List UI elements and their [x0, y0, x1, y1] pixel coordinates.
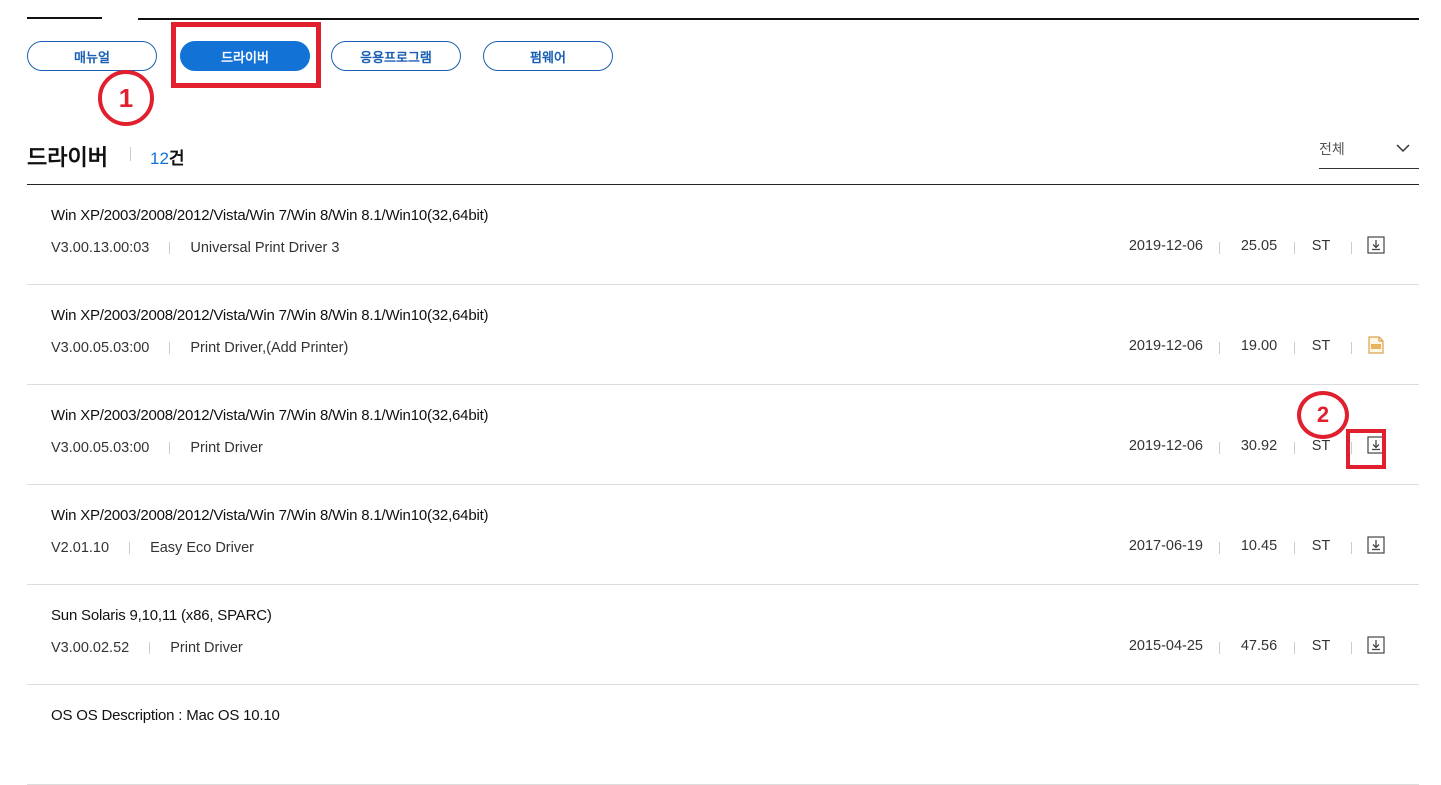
item-code: ST — [1311, 438, 1331, 454]
list-item: Win XP/2003/2008/2012/Vista/Win 7/Win 8/… — [27, 285, 1419, 385]
meta-divider — [169, 342, 171, 354]
item-date: 2015-04-25 — [1128, 638, 1203, 654]
item-os-title: Sun Solaris 9,10,11 (x86, SPARC) — [51, 607, 272, 624]
item-details: 2015-04-25 47.56 ST — [1099, 636, 1419, 658]
chevron-down-icon — [1396, 144, 1410, 153]
zip-icon[interactable] — [1367, 336, 1385, 354]
item-version: V3.00.02.52 — [51, 640, 130, 656]
item-size: 30.92 — [1240, 438, 1278, 454]
list-item: Win XP/2003/2008/2012/Vista/Win 7/Win 8/… — [27, 485, 1419, 585]
item-version: V3.00.05.03:00 — [51, 340, 150, 356]
top-divider-left — [27, 17, 102, 19]
os-filter-dropdown[interactable]: 전체 — [1319, 138, 1419, 169]
item-size: 10.45 — [1240, 538, 1278, 554]
step-1-callout: 1 — [98, 70, 154, 126]
title-divider — [130, 147, 131, 161]
tab-firmware[interactable]: 펌웨어 — [483, 41, 613, 71]
result-count: 12건 — [150, 144, 185, 169]
item-date: 2017-06-19 — [1128, 538, 1203, 554]
item-name: Universal Print Driver 3 — [190, 240, 340, 256]
list-item: OS OS Description : Mac OS 10.10 — [27, 685, 1419, 785]
count-unit: 건 — [168, 149, 185, 168]
item-name: Print Driver,(Add Printer) — [190, 340, 349, 356]
item-details: 2019-12-06 19.00 ST — [1099, 336, 1419, 358]
item-size: 19.00 — [1240, 338, 1278, 354]
section-title: 드라이버 — [27, 145, 108, 170]
item-meta: V3.00.05.03:00 Print Driver — [51, 440, 263, 456]
tab-application[interactable]: 응용프로그램 — [331, 41, 461, 71]
filter-selected-value: 전체 — [1319, 141, 1345, 157]
meta-divider — [149, 642, 151, 654]
list-item: Sun Solaris 9,10,11 (x86, SPARC) V3.00.0… — [27, 585, 1419, 685]
driver-list: Win XP/2003/2008/2012/Vista/Win 7/Win 8/… — [27, 185, 1419, 785]
item-version: V3.00.13.00:03 — [51, 240, 150, 256]
download-icon[interactable] — [1367, 536, 1385, 554]
meta-divider — [169, 242, 171, 254]
item-name: Print Driver — [190, 440, 263, 456]
item-os-title: Win XP/2003/2008/2012/Vista/Win 7/Win 8/… — [51, 307, 489, 324]
item-size: 25.05 — [1240, 238, 1278, 254]
item-os-title: Win XP/2003/2008/2012/Vista/Win 7/Win 8/… — [51, 507, 489, 524]
item-name: Easy Eco Driver — [150, 540, 255, 556]
meta-divider — [129, 542, 131, 554]
top-divider-right — [138, 18, 1419, 20]
item-meta: V3.00.05.03:00 Print Driver,(Add Printer) — [51, 340, 348, 356]
item-os-title: OS OS Description : Mac OS 10.10 — [51, 707, 280, 724]
download-icon[interactable] — [1367, 436, 1385, 454]
item-meta: V3.00.02.52 Print Driver — [51, 640, 243, 656]
item-size: 47.56 — [1240, 638, 1278, 654]
item-code: ST — [1311, 338, 1331, 354]
item-os-title: Win XP/2003/2008/2012/Vista/Win 7/Win 8/… — [51, 407, 489, 424]
download-icon[interactable] — [1367, 236, 1385, 254]
item-date: 2019-12-06 — [1128, 238, 1203, 254]
list-item: Win XP/2003/2008/2012/Vista/Win 7/Win 8/… — [27, 385, 1419, 485]
item-name: Print Driver — [170, 640, 243, 656]
item-os-title: Win XP/2003/2008/2012/Vista/Win 7/Win 8/… — [51, 207, 489, 224]
item-code: ST — [1311, 238, 1331, 254]
section-header: 드라이버 12건 전체 — [27, 138, 1419, 185]
tab-driver[interactable]: 드라이버 — [180, 41, 310, 71]
count-number: 12 — [150, 149, 169, 168]
item-code: ST — [1311, 638, 1331, 654]
item-date: 2019-12-06 — [1128, 338, 1203, 354]
item-code: ST — [1311, 538, 1331, 554]
item-details: 2019-12-06 25.05 ST — [1099, 236, 1419, 258]
item-details: 2017-06-19 10.45 ST — [1099, 536, 1419, 558]
item-version: V3.00.05.03:00 — [51, 440, 150, 456]
item-meta: V3.00.13.00:03 Universal Print Driver 3 — [51, 240, 339, 256]
item-meta: V2.01.10 Easy Eco Driver — [51, 540, 254, 556]
step-2-callout: 2 — [1297, 391, 1349, 439]
item-details: 2019-12-06 30.92 ST — [1099, 436, 1419, 458]
list-item: Win XP/2003/2008/2012/Vista/Win 7/Win 8/… — [27, 185, 1419, 285]
item-version: V2.01.10 — [51, 540, 110, 556]
tab-manual[interactable]: 매뉴얼 — [27, 41, 157, 71]
download-icon[interactable] — [1367, 636, 1385, 654]
item-date: 2019-12-06 — [1128, 438, 1203, 454]
meta-divider — [169, 442, 171, 454]
